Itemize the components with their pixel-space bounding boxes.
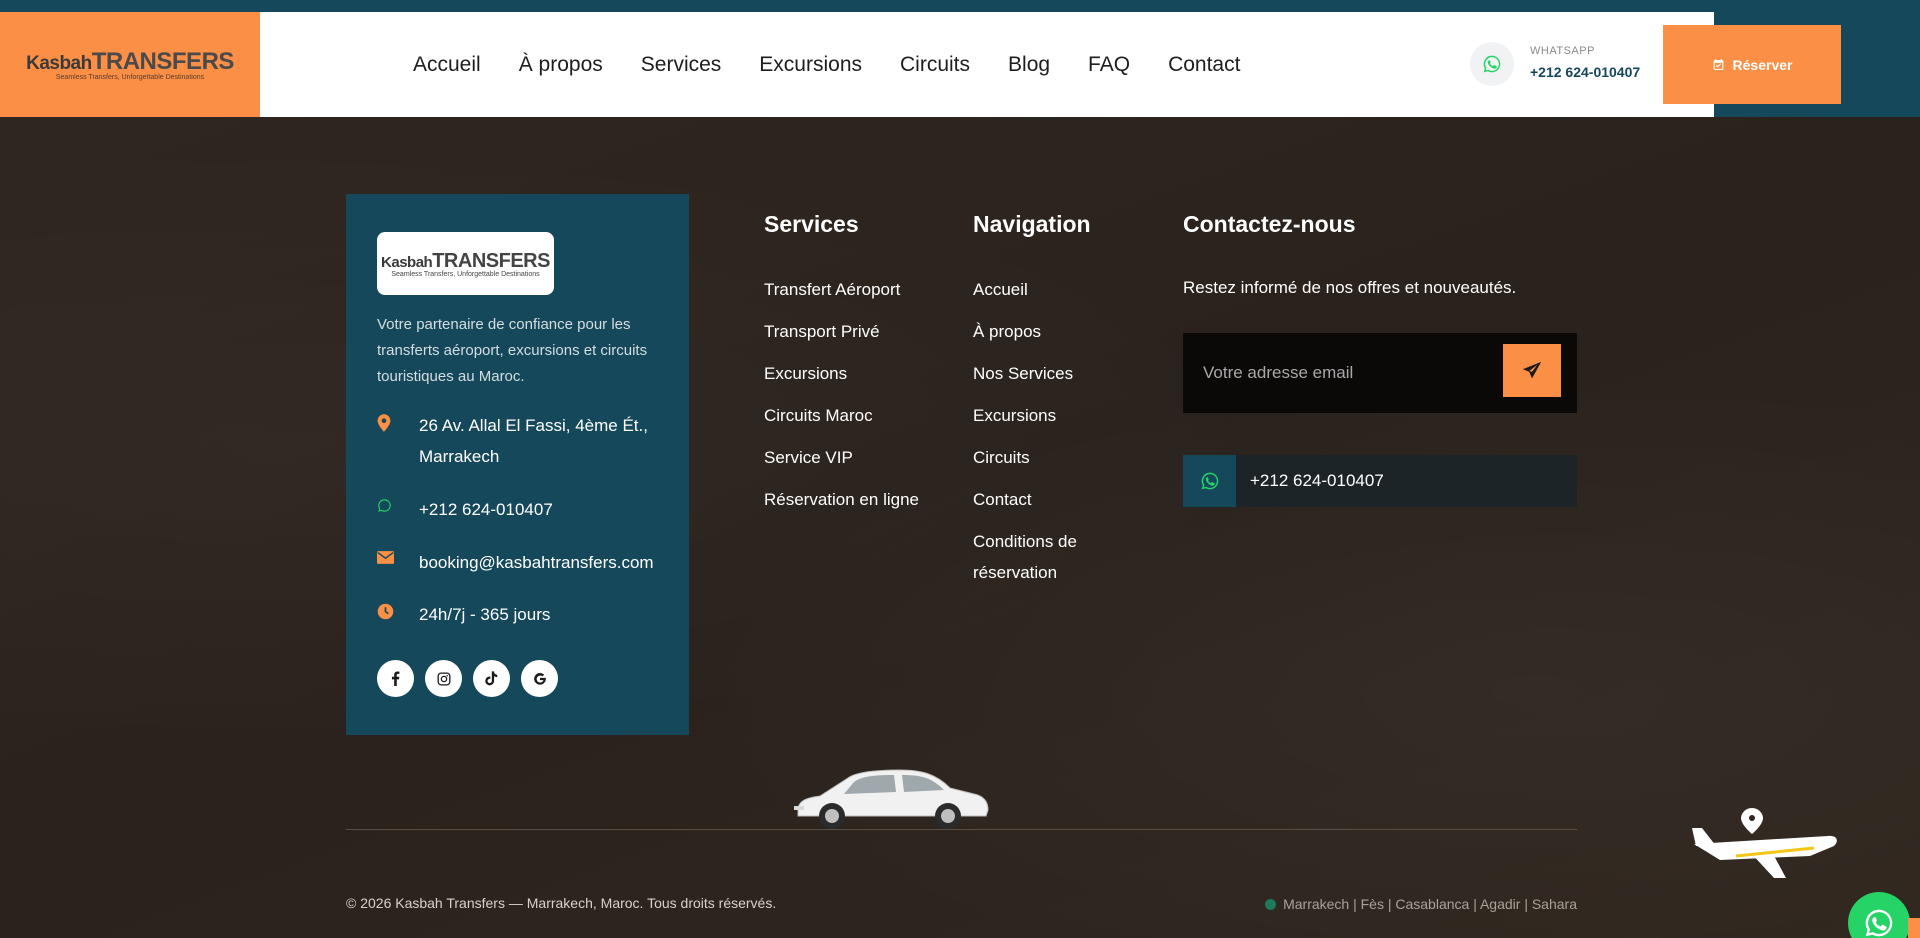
services-link[interactable]: Transfert Aéroport <box>764 274 919 305</box>
navigation-link[interactable]: Nos Services <box>973 358 1123 389</box>
logo-word-kasbah: Kasbah <box>26 53 92 74</box>
footer-logo-wordmark: KasbahTRANSFERS <box>381 250 550 273</box>
contact-title: Contactez-nous <box>1183 211 1356 237</box>
nav-faq[interactable]: FAQ <box>1088 53 1130 77</box>
services-list: Transfert Aéroport Transport Privé Excur… <box>764 274 919 526</box>
nav-blog[interactable]: Blog <box>1008 53 1050 77</box>
navigation-link[interactable]: Contact <box>973 484 1123 515</box>
whatsapp-float-icon <box>1865 909 1893 937</box>
location-pin-icon <box>377 410 419 437</box>
brand-card: KasbahTRANSFERS Seamless Transfers, Unfo… <box>346 194 689 735</box>
nav-contact[interactable]: Contact <box>1168 53 1240 77</box>
footer-logo[interactable]: KasbahTRANSFERS Seamless Transfers, Unfo… <box>377 232 554 295</box>
mail-icon <box>377 547 419 569</box>
hours-text: 24h/7j - 365 jours <box>419 605 551 624</box>
services-title: Services <box>764 211 859 237</box>
newsletter-text: Restez informé de nos offres et nouveaut… <box>1183 278 1517 297</box>
navigation-link[interactable]: Conditions de réservation <box>973 526 1123 588</box>
site-header: KasbahTRANSFERS Seamless Transfers, Unfo… <box>0 12 1714 117</box>
google-icon[interactable] <box>521 660 558 697</box>
whatsapp-small-icon <box>377 494 419 518</box>
nav-excursions[interactable]: Excursions <box>759 53 862 77</box>
services-link[interactable]: Excursions <box>764 358 919 389</box>
cities-text: Marrakech | Fès | Casablanca | Agadir | … <box>1283 896 1577 912</box>
navigation-list: Accueil À propos Nos Services Excursions… <box>973 274 1123 599</box>
reserve-button[interactable]: Réserver <box>1663 25 1841 104</box>
email-text[interactable]: booking@kasbahtransfers.com <box>419 547 669 578</box>
main-nav: Accueil À propos Services Excursions Cir… <box>413 12 1240 117</box>
nav-accueil[interactable]: Accueil <box>413 53 481 77</box>
logo-tagline: Seamless Transfers, Unforgettable Destin… <box>55 74 205 81</box>
paper-plane-icon <box>1522 361 1542 378</box>
instagram-icon[interactable] <box>425 660 462 697</box>
whatsapp-icon[interactable] <box>1470 42 1514 86</box>
email-row: booking@kasbahtransfers.com <box>377 547 669 578</box>
scroll-tab[interactable] <box>1908 918 1920 938</box>
whatsapp-number[interactable]: +212 624-010407 <box>1530 64 1640 80</box>
logo-word-transfers: TRANSFERS <box>91 48 235 75</box>
green-dot-icon <box>1265 898 1277 910</box>
navigation-link[interactable]: Circuits <box>973 442 1123 473</box>
nav-a-propos[interactable]: À propos <box>519 53 603 77</box>
facebook-icon[interactable] <box>377 660 414 697</box>
airplane-illustration <box>1690 808 1840 885</box>
brand-description: Votre partenaire de confiance pour les t… <box>377 316 648 385</box>
footer-divider <box>346 829 1577 830</box>
navigation-link[interactable]: Excursions <box>973 400 1123 431</box>
copyright-text: © 2026 Kasbah Transfers — Marrakech, Mar… <box>346 895 777 911</box>
whatsapp-label: WHATSAPP <box>1530 45 1595 57</box>
phone-text[interactable]: +212 624-010407 <box>419 494 669 525</box>
address-text: 26 Av. Allal El Fassi, 4ème Ét., Marrake… <box>419 416 648 466</box>
navigation-link[interactable]: Accueil <box>973 274 1123 305</box>
navigation-title: Navigation <box>973 211 1091 237</box>
services-link[interactable]: Réservation en ligne <box>764 484 919 515</box>
social-links <box>377 660 558 697</box>
logo-wordmark: KasbahTRANSFERS <box>26 48 234 76</box>
cities-list: Marrakech | Fès | Casablanca | Agadir | … <box>1265 896 1577 912</box>
top-strip <box>0 0 1920 12</box>
services-link[interactable]: Transport Privé <box>764 316 919 347</box>
contact-phone-text: +212 624-010407 <box>1250 471 1384 490</box>
car-illustration <box>790 766 990 835</box>
footer-logo-word-kasbah: Kasbah <box>381 253 433 271</box>
calendar-icon <box>1713 59 1723 70</box>
services-link[interactable]: Circuits Maroc <box>764 400 919 431</box>
send-button[interactable] <box>1503 344 1561 397</box>
email-input[interactable] <box>1203 355 1493 391</box>
newsletter-form <box>1183 333 1577 413</box>
reserve-label: Réserver <box>1732 56 1793 73</box>
tiktok-icon[interactable] <box>473 660 510 697</box>
hours-row: 24h/7j - 365 jours <box>377 599 669 630</box>
clock-icon <box>377 599 419 625</box>
navigation-link[interactable]: À propos <box>973 316 1123 347</box>
phone-row: +212 624-010407 <box>377 494 669 525</box>
services-link[interactable]: Service VIP <box>764 442 919 473</box>
nav-circuits[interactable]: Circuits <box>900 53 970 77</box>
nav-services[interactable]: Services <box>641 53 722 77</box>
footer-logo-tagline: Seamless Transfers, Unforgettable Destin… <box>391 270 540 278</box>
address-row: 26 Av. Allal El Fassi, 4ème Ét., Marrake… <box>377 410 669 472</box>
header-logo[interactable]: KasbahTRANSFERS Seamless Transfers, Unfo… <box>0 12 260 117</box>
footer-logo-word-transfers: TRANSFERS <box>432 249 550 272</box>
whatsapp-contact-icon <box>1183 455 1236 507</box>
contact-phone[interactable]: +212 624-010407 <box>1183 455 1577 507</box>
